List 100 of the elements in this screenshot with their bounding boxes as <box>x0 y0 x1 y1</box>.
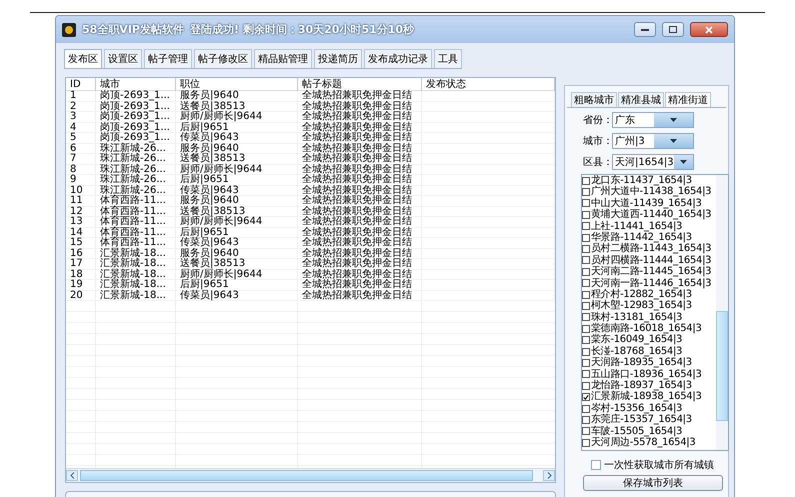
table-cell: 全城热招兼职免押金日结 <box>298 186 422 196</box>
table-cell: 全城热招兼职免押金日结 <box>298 164 422 175</box>
table-cell: 13 <box>66 217 96 228</box>
table-cell: 全城热招兼职免押金日结 <box>298 206 422 217</box>
table-cell: 岗顶-2693_1... <box>96 112 176 122</box>
table-cell: 送餐员|38513 <box>176 154 298 164</box>
table-cell: 全城热招兼职免押金日结 <box>298 290 422 301</box>
dropdown[interactable]: 广州|3 <box>612 133 694 149</box>
street-checkbox[interactable]: 长湴-18768_1654|3 <box>582 346 716 358</box>
table-cell: 全城热招兼职免押金日结 <box>298 270 422 280</box>
tab[interactable]: 设置区 <box>104 49 142 68</box>
scroll-thumb[interactable] <box>80 470 533 481</box>
tab[interactable]: 帖子修改区 <box>194 49 252 68</box>
table-cell: 14 <box>66 228 96 238</box>
close-icon <box>705 26 713 34</box>
street-checkbox[interactable]: 龙怡路-18937_1654|3 <box>582 380 716 392</box>
field-label: 城市： <box>583 134 611 148</box>
table-cell: 体育西路-11... <box>96 206 176 217</box>
scroll-right-icon[interactable] <box>543 470 555 481</box>
table-cell: 服务员|9640 <box>176 248 298 259</box>
column-header[interactable]: ID <box>66 78 96 91</box>
tab[interactable]: 精准街道 <box>665 92 711 107</box>
window-title: 58全职VIP发帖软件 <box>82 22 184 37</box>
tab[interactable]: 工具 <box>434 49 462 68</box>
street-checkbox[interactable]: 中山大道-11439_1654|3 <box>582 198 716 210</box>
tab[interactable]: 帖子管理 <box>144 49 192 68</box>
tab[interactable]: 粗略城市 <box>571 92 617 107</box>
scroll-thumb[interactable] <box>716 311 728 421</box>
table-cell: 传菜员|9643 <box>176 186 298 196</box>
table-cell: 全城热招兼职免押金日结 <box>298 228 422 238</box>
close-button[interactable] <box>690 22 728 37</box>
table-cell: 19 <box>66 280 96 290</box>
table-cell: 3 <box>66 112 96 122</box>
street-checkbox[interactable]: 员村四横路-11444_1654|3 <box>582 254 716 266</box>
street-checkbox[interactable]: 汇景新城-18938_1654|3 <box>582 391 716 403</box>
street-checkbox[interactable]: 棠东-16049_1654|3 <box>582 334 716 346</box>
table-cell: 体育西路-11... <box>96 238 176 248</box>
column-header[interactable]: 职位 <box>176 78 298 91</box>
table-cell: 服务员|9640 <box>176 144 298 154</box>
app-logo-icon <box>62 22 76 36</box>
street-checkbox[interactable]: 岑村-15356_1654|3 <box>582 402 716 414</box>
table-cell: 20 <box>66 290 96 301</box>
horizontal-scrollbar[interactable] <box>66 468 555 482</box>
field-label: 省份： <box>583 114 611 127</box>
table-cell: 汇景新城-18... <box>96 290 176 301</box>
table-cell: 16 <box>66 248 96 259</box>
street-checkbox[interactable]: 员村二横路-11443_1654|3 <box>582 243 716 255</box>
minimize-icon <box>641 28 649 31</box>
tab[interactable]: 精准县城 <box>618 92 664 107</box>
dropdown[interactable]: 广东 <box>612 112 694 128</box>
table-cell: 服务员|9640 <box>176 196 298 206</box>
table-cell: 厨师/厨师长|9644 <box>176 270 298 280</box>
table-cell: 7 <box>66 154 96 164</box>
street-checkbox[interactable]: 柯木塱-12983_1654|3 <box>582 300 716 312</box>
table-cell: 厨师/厨师长|9644 <box>176 217 298 228</box>
tab[interactable]: 发布成功记录 <box>364 49 432 68</box>
table-cell: 全城热招兼职免押金日结 <box>298 280 422 290</box>
table-cell: 全城热招兼职免押金日结 <box>298 217 422 228</box>
street-checkbox[interactable]: 天润路-18935_1654|3 <box>582 357 716 369</box>
table-cell: 珠江新城-26... <box>96 164 176 175</box>
street-checkbox[interactable]: 华景路-11442_1654|3 <box>582 232 716 244</box>
column-header[interactable]: 发布状态 <box>422 78 555 91</box>
street-checkbox[interactable]: 天河周边-5578_1654|3 <box>582 436 716 448</box>
table-cell: 9 <box>66 175 96 186</box>
table-cell: 送餐员|38513 <box>176 206 298 217</box>
street-checkbox[interactable]: 广州大道中-11438_1654|3 <box>582 186 716 198</box>
vertical-scrollbar[interactable] <box>716 175 728 450</box>
table-cell: 厨师/厨师长|9644 <box>176 112 298 122</box>
maximize-button[interactable] <box>662 22 684 37</box>
tab[interactable]: 投递简历 <box>314 49 362 68</box>
table-cell: 服务员|9640 <box>176 91 298 102</box>
table-cell: 全城热招兼职免押金日结 <box>298 248 422 259</box>
street-checkbox[interactable]: 天河南二路-11445_1654|3 <box>582 266 716 278</box>
street-checkbox[interactable]: 黄埔大道西-11440_1654|3 <box>582 209 716 221</box>
table-cell: 送餐员|38513 <box>176 102 298 112</box>
fetch-all-checkbox[interactable]: 一次性获取城市所有城镇 <box>591 458 714 472</box>
street-checkbox[interactable]: 车陂-15505_1654|3 <box>582 426 716 437</box>
table-cell: 8 <box>66 164 96 175</box>
street-checkbox[interactable]: 棠德南路-16018_1654|3 <box>582 323 716 334</box>
column-header[interactable]: 城市 <box>96 78 176 91</box>
scroll-left-icon[interactable] <box>66 470 78 481</box>
tab[interactable]: 发布区 <box>64 49 102 68</box>
table-cell: 厨师/厨师长|9644 <box>176 164 298 175</box>
dropdown[interactable]: 天河|1654|3 <box>612 154 694 170</box>
street-checkbox[interactable]: 东莞庄-15357_1654|3 <box>582 414 716 426</box>
save-button[interactable]: 保存城市列表 <box>583 475 723 491</box>
table-cell: 全城热招兼职免押金日结 <box>298 238 422 248</box>
minimize-button[interactable] <box>634 22 656 37</box>
tab[interactable]: 精品贴管理 <box>254 49 312 68</box>
table-cell: 全城热招兼职免押金日结 <box>298 175 422 186</box>
table-cell: 全城热招兼职免押金日结 <box>298 91 422 102</box>
street-checkbox[interactable]: 天河南一路-11446_1654|3 <box>582 278 716 289</box>
table-cell: 传菜员|9643 <box>176 290 298 301</box>
column-header[interactable]: 帖子标题 <box>298 78 422 91</box>
table-cell: 后厨|9651 <box>176 175 298 186</box>
table-cell: 传菜员|9643 <box>176 238 298 248</box>
street-checkbox[interactable]: 程介村-12882_1654|3 <box>582 288 716 300</box>
street-checkbox[interactable]: 上社-11441_1654|3 <box>582 220 716 232</box>
street-checkbox[interactable]: 五山路口-18936_1654|3 <box>582 368 716 380</box>
street-checkbox[interactable]: 珠村-13181_1654|3 <box>582 312 716 324</box>
